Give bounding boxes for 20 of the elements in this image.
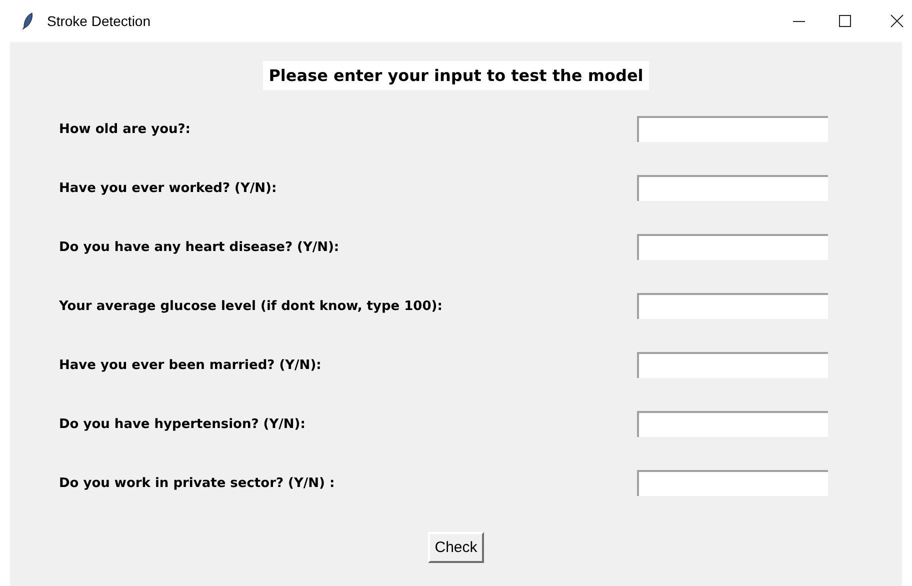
input-field[interactable] [637, 116, 828, 142]
maximize-icon[interactable] [838, 14, 852, 28]
input-field[interactable] [637, 293, 828, 319]
input-field[interactable] [637, 470, 828, 496]
field-label: Your average glucose level (if dont know, type 100): [59, 298, 442, 314]
field-label: Do you work in private sector? (Y/N) : [59, 476, 335, 490]
field-label: Do you have any heart disease? (Y/N): [59, 240, 340, 254]
field-label: How old are you?: [59, 122, 190, 136]
input-field[interactable] [637, 411, 828, 437]
field-label: Have you ever worked? (Y/N): [59, 180, 277, 196]
field-label: Have you ever been married? (Y/N): [59, 358, 322, 372]
input-field[interactable] [637, 234, 828, 260]
check-button[interactable]: Check [428, 532, 484, 563]
form-heading: Please enter your input to test the model [262, 61, 650, 90]
window-title: Stroke Detection [47, 13, 150, 29]
feather-icon [22, 12, 34, 30]
input-field[interactable] [637, 352, 828, 378]
input-field[interactable] [637, 175, 828, 201]
close-icon[interactable] [890, 14, 904, 28]
field-label: Do you have hypertension? (Y/N): [59, 416, 306, 432]
